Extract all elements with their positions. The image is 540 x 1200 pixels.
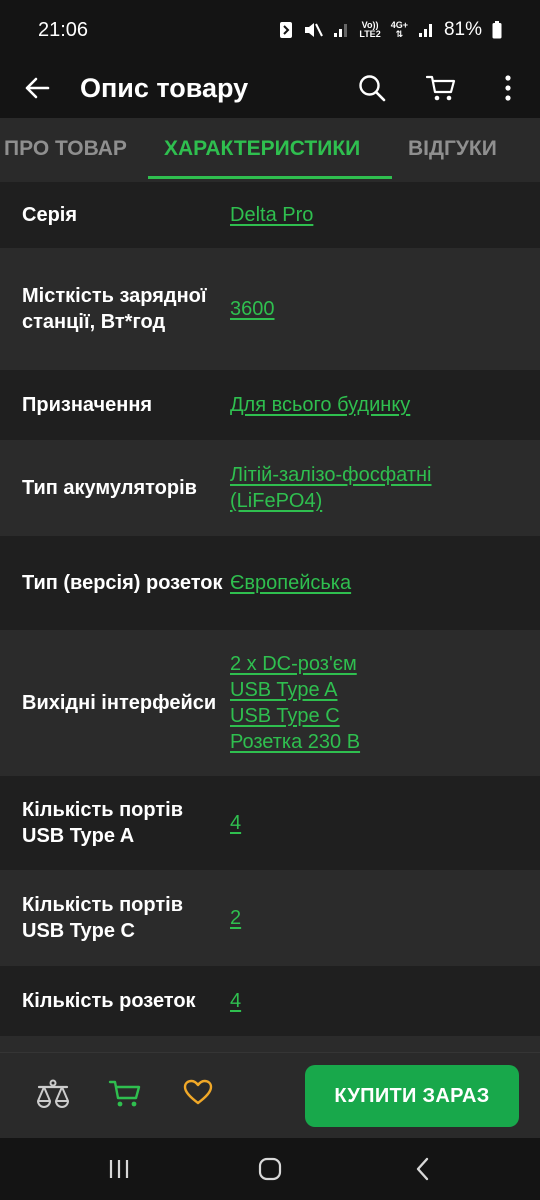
tab-reviews[interactable]: ВІДГУКИ: [408, 118, 497, 182]
spec-row-battery-type: Тип акумуляторів Літій-залізо-фосфатні (…: [0, 440, 540, 536]
spec-label: Серія: [22, 204, 78, 226]
more-options-button[interactable]: [494, 66, 522, 110]
lte-text: LTE2: [359, 29, 381, 39]
status-bar: 21:06 Vo)) LTE2 4G+ ⇅ 81%: [0, 0, 540, 60]
spec-label: Кількість портів USB Type C: [22, 894, 183, 942]
compare-scales-icon: [37, 1079, 69, 1108]
spec-value-link[interactable]: Для всього будинку: [230, 392, 520, 418]
tab-about-product[interactable]: ПРО ТОВАР: [4, 118, 127, 182]
tab-specifications[interactable]: ХАРАКТЕРИСТИКИ: [164, 118, 360, 182]
favorite-button[interactable]: [182, 1077, 220, 1115]
spec-list: Серія Delta Pro Місткість зарядної станц…: [0, 182, 540, 1066]
search-button[interactable]: [354, 66, 390, 110]
mute-icon: [303, 21, 324, 39]
spec-value-link[interactable]: USB Type C: [230, 703, 520, 729]
spec-row-capacity: Місткість зарядної станції, Вт*год 3600: [0, 248, 540, 370]
spec-label: Тип (версія) розеток: [22, 572, 223, 594]
spec-row-socket-count: Кількість розеток 4: [0, 966, 540, 1036]
spec-value-link[interactable]: 2 x DC-роз'єм: [230, 651, 520, 677]
home-icon: [258, 1157, 282, 1181]
cart-icon: [426, 75, 456, 101]
tab-bar: ПРО ТОВАР ХАРАКТЕРИСТИКИ ВІДГУКИ: [0, 118, 540, 182]
spec-label: Вихідні інтерфейси: [22, 692, 217, 714]
app-bar: Опис товару: [0, 60, 540, 118]
signal-icon-2: [418, 22, 434, 38]
spec-row-series: Серія Delta Pro: [0, 182, 540, 248]
spec-label: Місткість зарядної станції, Вт*год: [22, 285, 207, 333]
search-icon: [359, 75, 386, 102]
spec-value-link[interactable]: 2: [230, 905, 520, 931]
spec-label: Кількість розеток: [22, 990, 196, 1012]
spec-label: Призначення: [22, 394, 153, 416]
cart-button[interactable]: [422, 66, 460, 110]
spec-value-link[interactable]: USB Type A: [230, 677, 520, 703]
cart-icon: [108, 1080, 141, 1107]
network-type-indicator: 4G+ ⇅: [391, 21, 408, 39]
back-arrow-icon: [25, 77, 50, 99]
spec-row-usb-a-count: Кількість портів USB Type A 4: [0, 776, 540, 870]
spec-label: Тип акумуляторів: [22, 477, 197, 499]
status-time: 21:06: [38, 18, 89, 41]
home-button[interactable]: [254, 1154, 286, 1184]
buy-now-button[interactable]: КУПИТИ ЗАРАЗ: [305, 1065, 519, 1127]
spec-value-link[interactable]: 4: [230, 988, 520, 1014]
spec-value-link[interactable]: Розетка 230 В: [230, 729, 520, 755]
more-vert-icon: [505, 75, 511, 101]
bottom-cart-button[interactable]: [108, 1077, 146, 1115]
data-arrows-icon: ⇅: [395, 29, 404, 39]
spec-value-link[interactable]: Літій-залізо-фосфатні (LiFePO4): [230, 462, 520, 514]
recents-icon: [109, 1160, 129, 1178]
page-title: Опис товару: [80, 73, 249, 103]
recents-button[interactable]: [104, 1154, 134, 1184]
spec-row-socket-type: Тип (версія) розеток Європейська: [0, 536, 540, 630]
system-navigation-bar: [0, 1138, 540, 1200]
spec-value-link[interactable]: Delta Pro: [230, 202, 520, 228]
spec-label: Кількість портів USB Type A: [22, 799, 183, 847]
battery-icon: [492, 21, 502, 39]
battery-percent: 81%: [443, 19, 482, 40]
back-button[interactable]: [20, 66, 54, 110]
heart-icon: [183, 1079, 213, 1105]
spec-value-link[interactable]: 3600: [230, 296, 520, 322]
system-back-button[interactable]: [408, 1154, 438, 1184]
spec-value-link[interactable]: 4: [230, 810, 520, 836]
signal-icon-1: [333, 22, 349, 38]
nfc-icon: [279, 21, 293, 39]
active-tab-indicator: [148, 176, 392, 179]
spec-row-purpose: Призначення Для всього будинку: [0, 370, 540, 440]
compare-button[interactable]: [34, 1077, 72, 1115]
volte-indicator: Vo)) LTE2: [359, 21, 380, 39]
nav-back-icon: [416, 1157, 429, 1181]
bottom-action-bar: КУПИТИ ЗАРАЗ: [0, 1052, 540, 1138]
spec-row-output-interfaces: Вихідні інтерфейси 2 x DC-роз'єм USB Typ…: [0, 630, 540, 776]
status-icons: Vo)) LTE2 4G+ ⇅ 81%: [279, 19, 502, 41]
spec-value-link[interactable]: Європейська: [230, 570, 520, 596]
spec-row-usb-c-count: Кількість портів USB Type C 2: [0, 870, 540, 966]
